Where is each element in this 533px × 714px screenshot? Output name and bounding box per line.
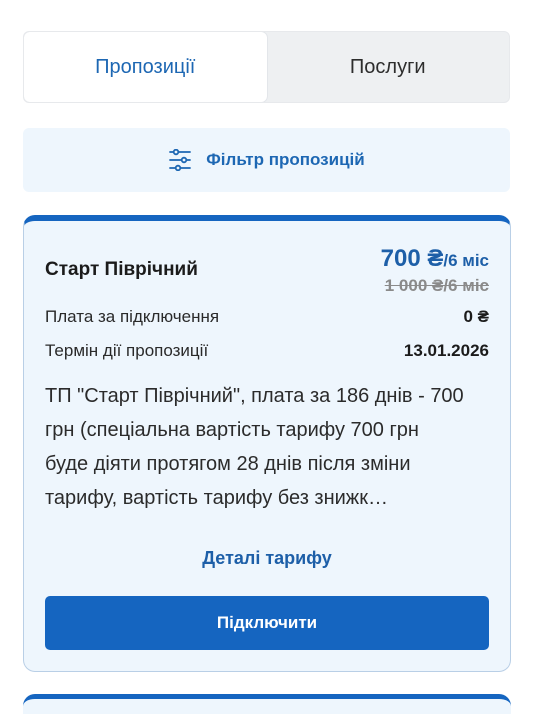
- offer-validity-label: Термін дії пропозиції: [45, 341, 209, 360]
- filter-label: Фільтр пропозицій: [206, 150, 365, 169]
- price-box: 700 ₴/6 міс 1 000 ₴/6 міс: [381, 245, 489, 296]
- offer-card: Старт Піврічний 700 ₴/6 міс 1 000 ₴/6 мі…: [23, 215, 511, 672]
- offer-price-period: /6 міс: [443, 251, 489, 270]
- filter-offers-button[interactable]: Фільтр пропозицій: [23, 128, 510, 192]
- tariff-details-link[interactable]: Деталі тарифу: [24, 548, 510, 569]
- offer-description: ТП "Старт Піврічний", плата за 186 днів …: [45, 385, 464, 509]
- connect-button[interactable]: Підключити: [45, 596, 489, 650]
- tab-offers[interactable]: Пропозиції: [24, 32, 267, 102]
- connection-fee-label: Плата за підключення: [45, 307, 220, 326]
- connection-fee-value: 0 ₴: [463, 307, 489, 326]
- tab-switcher: Пропозиції Послуги: [23, 31, 510, 103]
- offer-old-price: 1 000 ₴/6 міс: [384, 276, 489, 295]
- tab-services[interactable]: Послуги: [267, 32, 510, 102]
- offer-price-value: 700 ₴: [380, 245, 444, 272]
- connection-fee-row: Плата за підключення 0 ₴: [45, 307, 489, 327]
- offer-validity-row: Термін дії пропозиції 13.01.2026: [45, 341, 489, 361]
- offer-title: Старт Піврічний: [45, 259, 198, 280]
- offer-validity-value: 13.01.2026: [403, 341, 489, 360]
- offer-price: 700 ₴/6 міс: [381, 245, 489, 275]
- sliders-icon: [168, 149, 192, 171]
- next-offer-card: [23, 694, 511, 714]
